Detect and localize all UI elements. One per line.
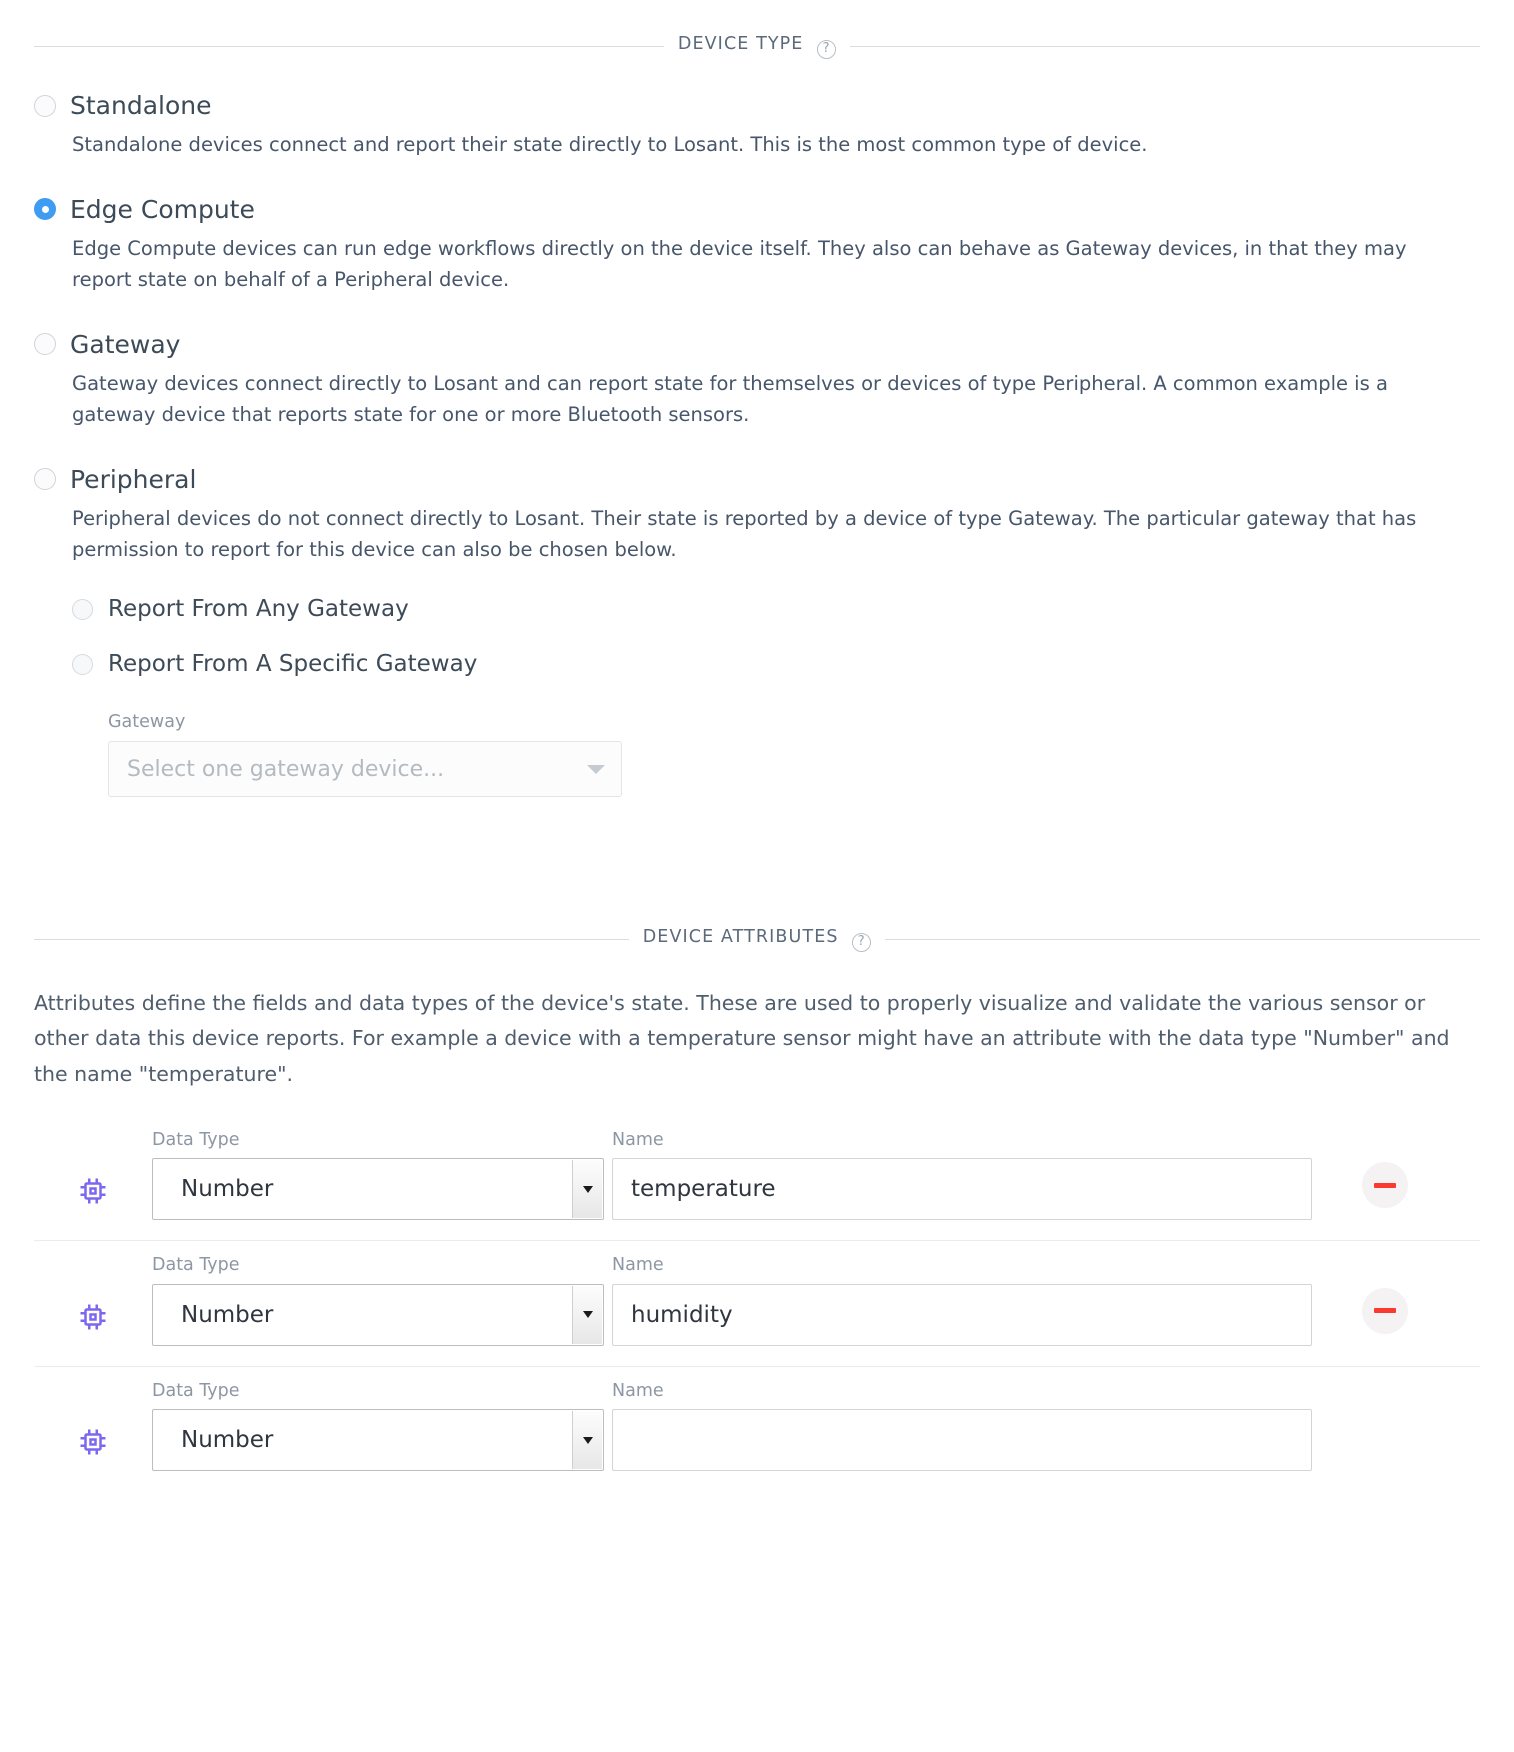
option-description-standalone: Standalone devices connect and report th… xyxy=(72,133,1148,156)
option-head-edge-compute[interactable]: Edge Compute xyxy=(34,197,1480,222)
device-attributes-section-header: DEVICE ATTRIBUTES ? xyxy=(34,927,1480,953)
option-label-peripheral: Peripheral xyxy=(70,464,197,494)
device-settings-page: DEVICE TYPE ? Standalone Standalone devi… xyxy=(0,34,1514,1491)
microchip-icon xyxy=(80,1178,106,1204)
device-attributes-title-text: DEVICE ATTRIBUTES xyxy=(642,927,839,948)
section-title-device-type: DEVICE TYPE ? xyxy=(677,34,837,59)
label-report-specific-gateway: Report From A Specific Gateway xyxy=(108,651,478,678)
microchip-icon xyxy=(80,1304,106,1330)
option-label-gateway: Gateway xyxy=(70,329,181,359)
attribute-name-label: Name xyxy=(612,1129,664,1150)
attribute-icon-cell xyxy=(34,1176,152,1220)
attribute-name-input[interactable] xyxy=(612,1409,1312,1472)
data-type-select[interactable]: Number xyxy=(152,1158,604,1221)
attribute-row: Data Type Number Name xyxy=(34,1365,1480,1492)
attribute-name-input[interactable]: humidity xyxy=(612,1283,1312,1346)
divider-right-attrs xyxy=(885,939,1480,941)
attribute-rows: Data Type Number Name temperature Data T… xyxy=(34,1128,1480,1492)
device-type-option-gateway[interactable]: Gateway Gateway devices connect directly… xyxy=(34,332,1480,431)
option-description-peripheral: Peripheral devices do not connect direct… xyxy=(72,506,1417,562)
gateway-field-label: Gateway xyxy=(108,712,186,733)
attribute-name-value: humidity xyxy=(631,1301,733,1328)
attribute-name-label: Name xyxy=(612,1380,664,1401)
device-type-options: Standalone Standalone devices connect an… xyxy=(34,93,1480,798)
option-head-gateway[interactable]: Gateway xyxy=(34,332,1480,357)
divider-left xyxy=(34,46,664,47)
attribute-name-cell: Name xyxy=(612,1380,1324,1472)
device-type-title-text: DEVICE TYPE xyxy=(677,34,804,54)
radio-standalone[interactable] xyxy=(34,94,56,117)
gateway-select-field-group: Gateway Select one gateway device... xyxy=(108,712,1480,798)
device-type-option-standalone[interactable]: Standalone Standalone devices connect an… xyxy=(34,93,1480,161)
select-dropdown-arrow-icon[interactable] xyxy=(572,1160,602,1219)
gateway-report-options: Report From Any Gateway Report From A Sp… xyxy=(72,598,1480,798)
device-attributes-intro: Attributes define the fields and data ty… xyxy=(34,991,1450,1086)
divider-left-attrs xyxy=(34,939,629,941)
radio-report-specific-gateway[interactable] xyxy=(72,654,93,676)
radio-report-any-gateway[interactable] xyxy=(72,599,93,621)
divider-right xyxy=(850,46,1481,47)
radio-gateway[interactable] xyxy=(34,333,56,356)
data-type-cell: Data Type Number xyxy=(152,1129,612,1221)
attribute-row: Data Type Number Name temperature xyxy=(34,1128,1480,1241)
select-dropdown-arrow-icon[interactable] xyxy=(572,1285,602,1344)
option-label-standalone: Standalone xyxy=(70,91,212,120)
minus-icon xyxy=(1374,1182,1396,1188)
remove-attribute-button[interactable] xyxy=(1362,1162,1408,1209)
data-type-label: Data Type xyxy=(152,1129,240,1150)
data-type-value: Number xyxy=(181,1301,274,1328)
data-type-value: Number xyxy=(181,1427,274,1454)
chevron-down-icon xyxy=(587,764,605,774)
radio-edge-compute[interactable] xyxy=(34,198,56,221)
attribute-name-input[interactable]: temperature xyxy=(612,1158,1312,1221)
attribute-name-cell: Name temperature xyxy=(612,1129,1324,1221)
data-type-cell: Data Type Number xyxy=(152,1380,612,1472)
data-type-cell: Data Type Number xyxy=(152,1257,612,1346)
device-type-option-peripheral[interactable]: Peripheral Peripheral devices do not con… xyxy=(34,467,1480,798)
label-report-any-gateway: Report From Any Gateway xyxy=(108,596,409,623)
microchip-icon xyxy=(80,1429,106,1455)
attribute-icon-cell xyxy=(34,1302,152,1346)
minus-icon xyxy=(1374,1308,1396,1314)
attribute-action-cell xyxy=(1324,1162,1480,1220)
data-type-value: Number xyxy=(181,1176,274,1203)
option-description-edge-compute: Edge Compute devices can run edge workfl… xyxy=(72,236,1407,292)
gateway-select[interactable]: Select one gateway device... xyxy=(108,741,622,798)
attribute-row: Data Type Number Name humidity xyxy=(34,1240,1480,1366)
question-circle-icon[interactable]: ? xyxy=(852,933,872,953)
radio-peripheral[interactable] xyxy=(34,468,56,491)
section-title-device-attributes: DEVICE ATTRIBUTES ? xyxy=(642,927,872,953)
attribute-name-cell: Name humidity xyxy=(612,1257,1324,1346)
attribute-name-value: temperature xyxy=(631,1176,776,1203)
attribute-action-cell xyxy=(1324,1413,1480,1471)
data-type-label: Data Type xyxy=(152,1255,240,1276)
question-circle-icon[interactable]: ? xyxy=(817,40,837,59)
device-type-option-edge-compute[interactable]: Edge Compute Edge Compute devices can ru… xyxy=(34,197,1480,296)
report-from-any-gateway-option[interactable]: Report From Any Gateway xyxy=(72,598,1480,621)
data-type-select[interactable]: Number xyxy=(152,1409,604,1472)
option-head-standalone[interactable]: Standalone xyxy=(34,93,1480,118)
select-dropdown-arrow-icon[interactable] xyxy=(572,1411,602,1470)
option-label-edge-compute: Edge Compute xyxy=(70,194,255,224)
device-type-section-header: DEVICE TYPE ? xyxy=(34,34,1481,59)
attribute-action-cell xyxy=(1324,1287,1480,1346)
option-head-peripheral[interactable]: Peripheral xyxy=(34,467,1480,492)
attribute-name-label: Name xyxy=(612,1255,664,1276)
report-from-specific-gateway-option[interactable]: Report From A Specific Gateway xyxy=(72,653,1480,676)
attribute-icon-cell xyxy=(34,1427,152,1471)
gateway-select-placeholder: Select one gateway device... xyxy=(127,756,445,782)
option-description-gateway: Gateway devices connect directly to Losa… xyxy=(72,371,1388,427)
remove-attribute-button[interactable] xyxy=(1362,1287,1408,1334)
data-type-select[interactable]: Number xyxy=(152,1283,604,1346)
data-type-label: Data Type xyxy=(152,1380,240,1401)
